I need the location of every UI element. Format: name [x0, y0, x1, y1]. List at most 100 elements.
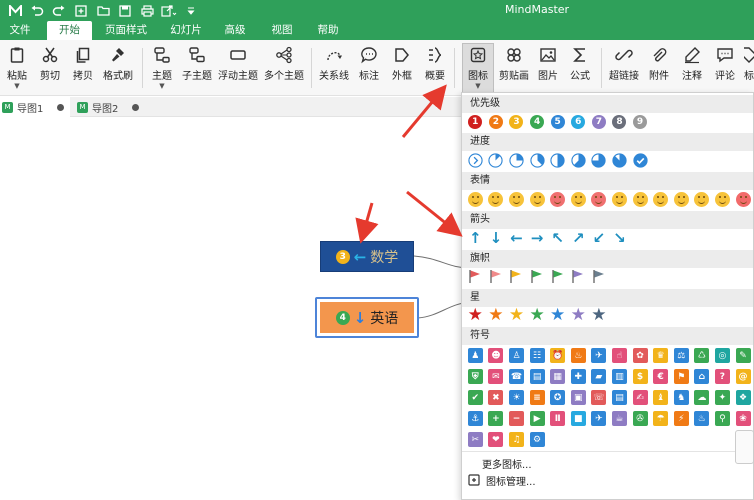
symbol-icon[interactable]: + [486, 408, 507, 429]
emoji-1-icon[interactable] [465, 190, 486, 208]
emoji-14-icon[interactable] [733, 190, 754, 208]
symbol-icon[interactable]: ☝ [609, 345, 630, 366]
emoji-4-icon[interactable] [527, 190, 548, 208]
arrow-icon[interactable]: ↖ [547, 229, 568, 247]
cut-button[interactable]: 剪切 [36, 44, 64, 92]
symbol-icon[interactable]: ♨ [568, 345, 589, 366]
star-icon[interactable]: ★ [589, 305, 610, 325]
priority-6-icon[interactable]: 6 [568, 113, 589, 131]
symbol-icon[interactable]: ✂ [465, 429, 486, 450]
symbol-icon[interactable]: ? [712, 366, 733, 387]
hyperlink-button[interactable]: 超链接 [607, 44, 641, 92]
symbol-icon[interactable]: ✿ [630, 345, 651, 366]
symbol-icon[interactable]: ☻ [486, 345, 507, 366]
icon-gallery-button[interactable]: 图标 ▼ [462, 43, 494, 93]
star-icon[interactable]: ★ [527, 305, 548, 325]
priority-2-icon[interactable]: 2 [486, 113, 507, 131]
progress-icon[interactable] [465, 151, 486, 169]
symbol-icon[interactable]: ♝ [650, 387, 671, 408]
symbol-icon[interactable]: ✎ [733, 345, 754, 366]
symbol-icon[interactable]: Ⅱ [547, 408, 568, 429]
boundary-button[interactable]: 外框 [388, 44, 416, 92]
export-icon[interactable] [158, 2, 180, 19]
menu-view[interactable]: 视图 [262, 21, 302, 40]
progress-icon[interactable] [506, 151, 527, 169]
priority-3-icon[interactable]: 3 [506, 113, 527, 131]
note-button[interactable]: 注释 [678, 44, 706, 92]
symbol-icon[interactable]: ▣ [568, 387, 589, 408]
symbol-icon[interactable]: ⌂ [692, 366, 713, 387]
symbol-icon[interactable]: ♟ [465, 345, 486, 366]
symbol-icon[interactable]: ❤ [486, 429, 507, 450]
formula-button[interactable]: 公式 [566, 44, 594, 92]
flag-icon[interactable] [589, 267, 610, 285]
symbol-icon[interactable]: ☂ [650, 408, 671, 429]
emoji-13-icon[interactable] [712, 190, 733, 208]
side-scroll-handle[interactable] [735, 430, 754, 464]
symbol-icon[interactable]: ✦ [712, 387, 733, 408]
symbol-icon[interactable]: ⚙ [527, 429, 548, 450]
emoji-5-icon[interactable] [547, 190, 568, 208]
progress-icon[interactable] [527, 151, 548, 169]
open-folder-icon[interactable] [92, 2, 114, 19]
symbol-icon[interactable]: ♛ [650, 345, 671, 366]
symbol-icon[interactable]: ☀ [506, 387, 527, 408]
arrow-icon[interactable]: ↗ [568, 229, 589, 247]
priority-4-icon[interactable]: 4 [527, 113, 548, 131]
progress-icon[interactable] [589, 151, 610, 169]
symbol-icon[interactable]: ☕ [609, 408, 630, 429]
emoji-10-icon[interactable] [650, 190, 671, 208]
tab-map2[interactable]: M 导图2 [75, 97, 145, 117]
symbol-icon[interactable]: ▤ [527, 366, 548, 387]
symbol-icon[interactable]: ☏ [589, 387, 610, 408]
quick-access-dropdown-icon[interactable] [180, 2, 202, 19]
symbol-icon[interactable]: ✖ [486, 387, 507, 408]
symbol-icon[interactable]: $ [630, 366, 651, 387]
format-painter-button[interactable]: 格式刷 [101, 44, 135, 92]
flag-icon[interactable] [486, 267, 507, 285]
menu-file[interactable]: 文件 [0, 21, 40, 40]
symbol-icon[interactable]: − [506, 408, 527, 429]
flag-icon[interactable] [547, 267, 568, 285]
more-icons-item[interactable]: 更多图标... [482, 455, 532, 471]
star-icon[interactable]: ★ [506, 305, 527, 325]
progress-icon[interactable] [630, 151, 651, 169]
arrow-icon[interactable]: → [527, 229, 548, 247]
symbol-icon[interactable]: ✉ [486, 366, 507, 387]
topic-button[interactable]: 主题 ▼ [148, 44, 176, 92]
paste-button[interactable]: 粘贴 ▼ [3, 44, 31, 92]
emoji-3-icon[interactable] [506, 190, 527, 208]
symbol-icon[interactable]: ✈ [589, 408, 610, 429]
symbol-icon[interactable]: ⏰ [547, 345, 568, 366]
symbol-icon[interactable]: ✪ [547, 387, 568, 408]
symbol-icon[interactable]: ♺ [692, 345, 713, 366]
star-icon[interactable]: ★ [547, 305, 568, 325]
symbol-icon[interactable]: ☷ [527, 345, 548, 366]
menu-advanced[interactable]: 高级 [215, 21, 255, 40]
clipart-button[interactable]: 剪贴画 [497, 44, 531, 92]
symbol-icon[interactable]: ◎ [712, 345, 733, 366]
save-icon[interactable] [114, 2, 136, 19]
symbol-icon[interactable]: ▶ [527, 408, 548, 429]
menu-home[interactable]: 开始 [47, 21, 92, 40]
arrow-icon[interactable]: ↑ [465, 229, 486, 247]
flag-icon[interactable] [506, 267, 527, 285]
multiple-topics-button[interactable]: 多个主题 [262, 44, 306, 92]
symbol-icon[interactable]: ✍ [630, 387, 651, 408]
comment-button[interactable]: 评论 [711, 44, 739, 92]
symbol-icon[interactable]: ♫ [506, 429, 527, 450]
symbol-icon[interactable]: ⚓ [465, 408, 486, 429]
symbol-icon[interactable]: ■ [568, 408, 589, 429]
icon-manage-item[interactable]: 图标管理... [468, 472, 536, 488]
menu-page-style[interactable]: 页面样式 [97, 21, 155, 40]
flag-icon[interactable] [527, 267, 548, 285]
arrow-icon[interactable]: ↓ [486, 229, 507, 247]
symbol-icon[interactable]: ☎ [506, 366, 527, 387]
menu-help[interactable]: 帮助 [308, 21, 348, 40]
picture-button[interactable]: 图片 [534, 44, 562, 92]
topic-english[interactable]: 4 ↓ 英语 [315, 297, 419, 338]
priority-7-icon[interactable]: 7 [589, 113, 610, 131]
symbol-icon[interactable]: ♨ [692, 408, 713, 429]
progress-icon[interactable] [486, 151, 507, 169]
priority-5-icon[interactable]: 5 [547, 113, 568, 131]
